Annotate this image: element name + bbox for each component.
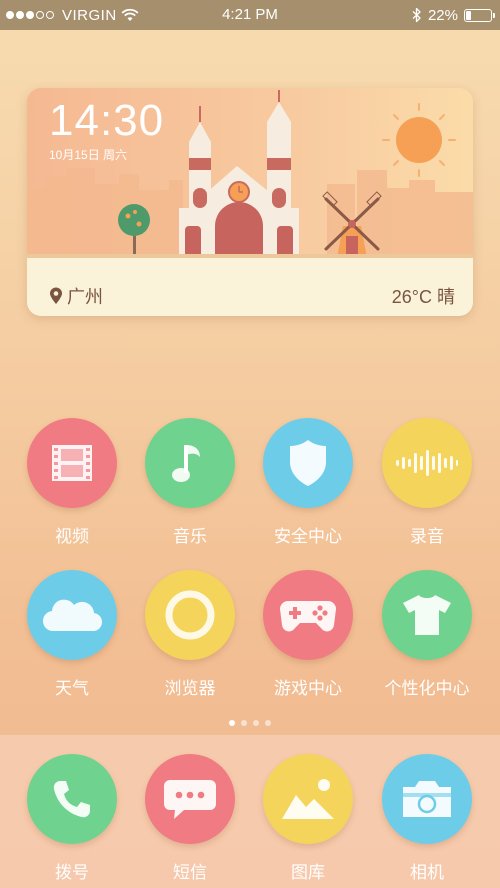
app-label: 拨号	[55, 863, 89, 882]
dock-camera[interactable]: 相机	[372, 754, 482, 883]
app-label: 个性化中心	[384, 679, 470, 698]
dock-gallery[interactable]: 图库	[253, 754, 363, 883]
message-icon	[164, 780, 216, 819]
app-personalization-circle	[382, 570, 472, 660]
film-icon	[52, 445, 92, 481]
app-browser-circle	[145, 570, 235, 660]
app-security-circle	[263, 418, 353, 508]
gallery-icon	[282, 779, 334, 819]
phone-icon	[53, 781, 90, 818]
status-right: 22%	[412, 0, 495, 30]
app-browser[interactable]: 浏览器	[135, 570, 245, 699]
app-video-circle	[27, 418, 117, 508]
app-game-center[interactable]: 游戏中心	[253, 570, 363, 699]
widget-clock-time: 14:30	[49, 96, 165, 145]
gamepad-icon	[280, 601, 336, 632]
clock-weather-widget[interactable]: 14:30 10月15日 周六 广州 26°C 晴	[27, 88, 473, 316]
dock-phone-circle	[27, 754, 117, 844]
page-dot[interactable]	[265, 720, 271, 726]
widget-city: 广州	[67, 287, 103, 307]
widget-weather: 26°C 晴	[391, 287, 455, 307]
widget-date: 10月15日 周六	[49, 148, 128, 162]
dock-phone[interactable]: 拨号	[17, 754, 127, 883]
page-dot[interactable]	[241, 720, 247, 726]
battery-icon	[464, 8, 495, 22]
app-label: 游戏中心	[274, 679, 342, 698]
app-recorder-circle	[382, 418, 472, 508]
location-pin-icon	[50, 287, 62, 304]
sound-wave-icon	[396, 450, 458, 476]
app-label: 相机	[410, 863, 444, 882]
page-dot[interactable]	[229, 720, 235, 726]
camera-icon	[403, 781, 451, 817]
app-personalization[interactable]: 个性化中心	[372, 570, 482, 699]
app-label: 天气	[55, 679, 89, 698]
dock-camera-circle	[382, 754, 472, 844]
widget-location: 广州	[49, 283, 103, 309]
tshirt-icon	[403, 595, 451, 635]
music-note-icon	[172, 445, 200, 482]
ring-icon	[165, 590, 215, 640]
app-game-circle	[263, 570, 353, 660]
dock-messages[interactable]: 短信	[135, 754, 245, 883]
app-weather-circle	[27, 570, 117, 660]
app-label: 录音	[410, 527, 444, 546]
app-label: 图库	[291, 863, 325, 882]
dock: 拨号 短信 图库 相机	[0, 735, 500, 888]
battery-percent: 22%	[427, 6, 458, 24]
app-music-circle	[145, 418, 235, 508]
app-security-center[interactable]: 安全中心	[253, 418, 363, 547]
bluetooth-icon	[412, 7, 421, 23]
dock-messages-circle	[145, 754, 235, 844]
app-recorder[interactable]: 录音	[372, 418, 482, 547]
cloud-icon	[43, 599, 102, 632]
app-label: 视频	[55, 527, 89, 546]
dock-gallery-circle	[263, 754, 353, 844]
app-label: 短信	[173, 863, 207, 882]
app-video[interactable]: 视频	[17, 418, 127, 547]
app-weather[interactable]: 天气	[17, 570, 127, 699]
status-bar: VIRGIN 4:21 PM 22%	[0, 0, 500, 30]
app-label: 安全中心	[274, 527, 342, 546]
page-indicator	[0, 720, 500, 726]
shield-icon	[290, 440, 326, 486]
app-label: 音乐	[173, 527, 207, 546]
app-music[interactable]: 音乐	[135, 418, 245, 547]
page-dot[interactable]	[253, 720, 259, 726]
app-label: 浏览器	[164, 679, 216, 698]
